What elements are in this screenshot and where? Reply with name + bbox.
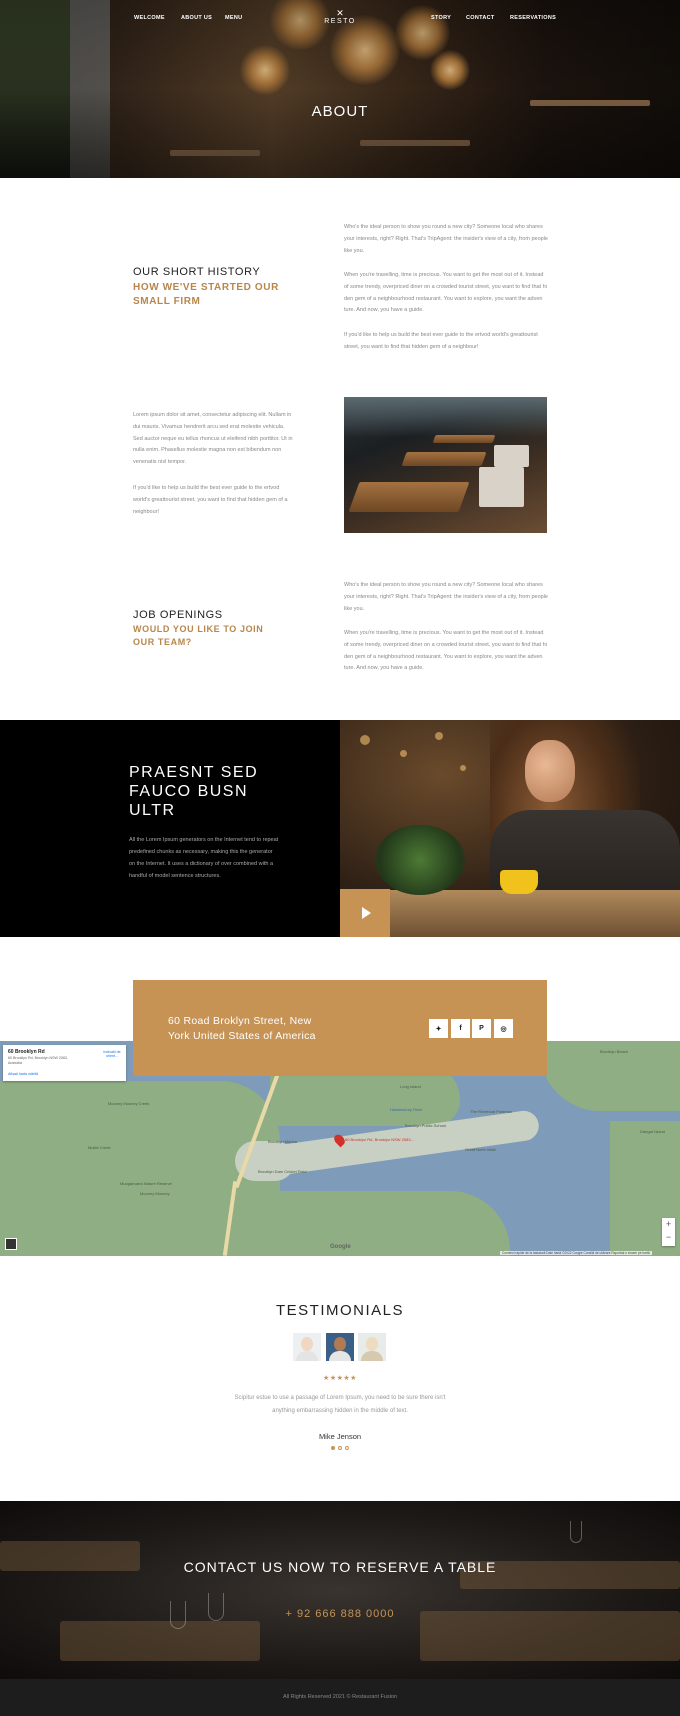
google-logo: Google [330, 1244, 351, 1250]
bg-table [60, 1621, 260, 1661]
hero-overlay [0, 0, 680, 178]
photo-bokeh [460, 765, 466, 771]
avatar-head [366, 1337, 378, 1351]
photo-table [401, 452, 487, 466]
jobs-subtitle: WOULD YOU LIKE TO JOIN OUR TEAM? [133, 624, 264, 647]
history-paragraph-2: When you're travelling, time is precious… [344, 272, 547, 314]
history-paragraph-3: If you'd like to help us build the best … [344, 332, 538, 350]
photo-bench [479, 467, 524, 507]
zoom-in-button[interactable]: + [662, 1218, 675, 1231]
map-pin-label: 60 Brooklyn Rd, Brooklyn NSW 2083... [345, 1137, 414, 1142]
photo-cup [500, 870, 538, 894]
jobs-title: JOB OPENINGS [133, 609, 223, 621]
map-label: Great North Walk [465, 1147, 496, 1152]
map-label: Mooney Mooney [140, 1191, 170, 1196]
contact-title: CONTACT US NOW TO RESERVE A TABLE [183, 1559, 497, 1575]
avatar-body [329, 1351, 351, 1361]
directions-link[interactable]: Indicații de orient... [100, 1050, 124, 1058]
nav-about-us[interactable]: ABOUT US [181, 15, 212, 21]
map-label: Dangar Island [640, 1129, 665, 1134]
address-text: 60 Road Broklyn Street, New York United … [168, 1015, 316, 1042]
pinterest-icon[interactable]: P [472, 1019, 491, 1038]
jobs-paragraph-1: Who's the ideal person to show you round… [344, 582, 548, 612]
testimonial-quote: Scipitur estue to use a passage of Lorem… [234, 1395, 446, 1414]
history-title: OUR SHORT HISTORY [133, 266, 261, 278]
map-zoom-control[interactable]: + − [662, 1218, 675, 1246]
promo-title: PRAESNT SED FAUCO BUSN ULTR [129, 764, 259, 819]
logo-text: RESTO [324, 18, 356, 25]
woman-eating-photo [340, 720, 680, 937]
history-paragraph-1: Who's the ideal person to show you round… [344, 224, 548, 254]
history-subtitle: HOW WE'VE STARTED OUR SMALL FIRM [133, 282, 279, 307]
map-layer-toggle[interactable] [5, 1238, 17, 1250]
map-info-card: 60 Brooklyn Rd 60 Brooklyn Rd, Brooklyn … [3, 1045, 126, 1081]
promo-text: All the Lorem Ipsum generators on the In… [129, 837, 279, 879]
map-label: Brooklyn Public School [405, 1123, 446, 1128]
testimonials-title: TESTIMONIALS [275, 1302, 405, 1319]
nav-menu[interactable]: MENU [225, 15, 242, 21]
avatar[interactable] [293, 1333, 321, 1361]
map-footer-links[interactable]: Comenzi rapide de la tastatură Date hart… [500, 1251, 652, 1255]
testimonial-author: Mike Jenson [318, 1432, 362, 1441]
hero-banner: WELCOME ABOUT US MENU ✕ RESTO STORY CONT… [0, 0, 680, 178]
photo-table [348, 482, 470, 512]
photo-bokeh [360, 735, 370, 745]
carousel-dot[interactable] [338, 1446, 342, 1450]
play-icon [362, 907, 371, 919]
utensils-icon: ✕ [336, 8, 344, 18]
avatar-body [296, 1351, 318, 1361]
zoom-out-button[interactable]: − [662, 1231, 675, 1244]
photo-bokeh [435, 732, 443, 740]
twitter-icon[interactable]: ✦ [429, 1019, 448, 1038]
map-card-title: 60 Brooklyn Rd [8, 1049, 45, 1055]
photo-plant [375, 825, 465, 895]
photo-window-light [344, 397, 547, 437]
nav-contact[interactable]: CONTACT [466, 15, 495, 21]
phone-link[interactable]: + 92 666 888 0000 [0, 1608, 680, 1620]
map-label: Brooklyn Beach [600, 1049, 629, 1054]
story-paragraph-1: Lorem ipsum dolor sit amet, consectetur … [133, 412, 293, 466]
avatar-body [361, 1351, 383, 1361]
nav-reservations[interactable]: RESERVATIONS [510, 15, 556, 21]
photo-bench [494, 445, 529, 467]
jobs-paragraph-2: When you're travelling, time is precious… [344, 630, 547, 672]
photo-face [525, 740, 575, 802]
restaurant-interior-photo [344, 397, 547, 533]
map-label: The Riverboat Postman [470, 1109, 513, 1114]
map-label: Mooney Mooney Creek [108, 1101, 150, 1106]
map-label: Brooklyn Dam Cricket Field [258, 1169, 307, 1174]
photo-bokeh [400, 750, 407, 757]
instagram-icon[interactable]: ◎ [494, 1019, 513, 1038]
avatar-active[interactable] [326, 1333, 354, 1361]
nav-story[interactable]: STORY [431, 15, 451, 21]
bg-wine-glass [570, 1521, 582, 1543]
map-label: Mullet Creek [88, 1145, 111, 1150]
map-label: Long Island [400, 1084, 421, 1089]
avatar-head [301, 1337, 313, 1351]
carousel-dot[interactable] [345, 1446, 349, 1450]
page-title: ABOUT [311, 103, 369, 120]
map-label: Brooklyn Marina [268, 1139, 297, 1144]
contact-section [0, 1501, 680, 1679]
map-card-address: 60 Brooklyn Rd, Brooklyn NSW 2083, Austr… [8, 1056, 68, 1065]
logo[interactable]: ✕ RESTO [323, 8, 357, 25]
map-label: Muogamarra Nature Reserve [120, 1181, 172, 1186]
nav-welcome[interactable]: WELCOME [134, 15, 165, 21]
play-video-button[interactable] [340, 889, 390, 937]
map-water-label: Hawkesbury River [390, 1107, 423, 1112]
copyright-text: All Rights Reserved 2021 © Restaurant Fu… [282, 1694, 398, 1700]
carousel-dots [331, 1446, 351, 1451]
rating-stars: ★★★★★ [323, 1375, 357, 1382]
story-paragraph-2: If you'd like to help us build the best … [133, 485, 288, 515]
facebook-icon[interactable]: f [451, 1019, 470, 1038]
view-larger-map-link[interactable]: Afișați harta mărită [8, 1072, 38, 1076]
photo-table [340, 890, 680, 937]
carousel-dot[interactable] [331, 1446, 335, 1450]
avatar-head [334, 1337, 346, 1351]
avatar[interactable] [358, 1333, 386, 1361]
photo-table [432, 435, 496, 443]
